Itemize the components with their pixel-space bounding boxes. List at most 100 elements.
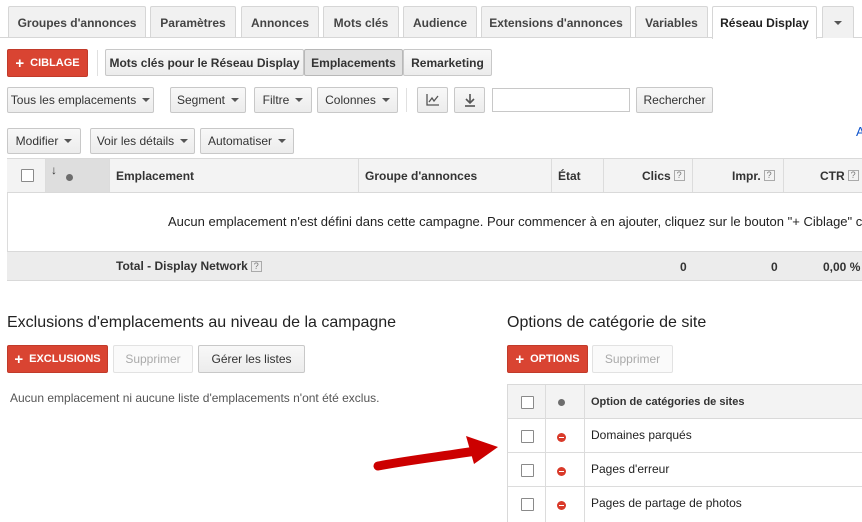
site-categories-title: Options de catégorie de site: [507, 314, 707, 331]
plus-icon: +: [515, 350, 525, 368]
chevron-down-icon: [64, 139, 73, 143]
segment-dropdown[interactable]: Segment: [170, 87, 246, 113]
automatiser-dropdown[interactable]: Automatiser: [200, 128, 294, 154]
options-delete-button[interactable]: Supprimer: [592, 345, 673, 373]
col-ctr-label: CTR: [820, 168, 845, 183]
modifier-dropdown[interactable]: Modifier: [7, 128, 81, 154]
col-divider: [783, 159, 784, 192]
col-etat[interactable]: État: [558, 159, 581, 192]
select-all-categories-checkbox[interactable]: [521, 396, 534, 409]
download-icon: [464, 93, 475, 107]
help-icon[interactable]: ?: [763, 170, 775, 181]
chart-toggle-button[interactable]: [417, 87, 448, 113]
col-category-option[interactable]: Option de catégories de sites: [591, 385, 744, 418]
add-options-label: OPTIONS: [530, 353, 580, 365]
filtre-dropdown[interactable]: Filtre: [254, 87, 312, 113]
tab-reseau-display[interactable]: Réseau Display: [712, 6, 817, 39]
row-checkbox[interactable]: [521, 498, 534, 511]
add-exclusions-label: EXCLUSIONS: [29, 353, 101, 365]
tab-extensions[interactable]: Extensions d'annonces: [481, 6, 631, 38]
category-label: Domaines parqués: [591, 428, 692, 442]
tab-mots-cles[interactable]: Mots clés: [323, 6, 399, 38]
chevron-down-icon: [180, 139, 189, 143]
plus-icon: +: [15, 54, 25, 72]
exclusions-delete-button[interactable]: Supprimer: [113, 345, 193, 373]
filtre-label: Filtre: [262, 93, 290, 107]
automatiser-label: Automatiser: [207, 134, 273, 148]
col-divider: [109, 159, 110, 192]
col-impr-label: Impr.: [732, 168, 761, 183]
voir-details-dropdown[interactable]: Voir les détails: [90, 128, 195, 154]
ciblage-button[interactable]: + CIBLAGE: [7, 49, 88, 77]
help-icon[interactable]: ?: [250, 260, 262, 272]
category-label: Pages d'erreur: [591, 462, 670, 476]
chevron-down-icon: [295, 98, 304, 102]
status-dot-icon: [558, 399, 565, 406]
ciblage-label: CIBLAGE: [30, 57, 80, 69]
col-divider: [603, 159, 604, 192]
exclusions-title: Exclusions d'emplacements au niveau de l…: [7, 314, 397, 331]
col-divider: [45, 159, 46, 192]
all-placements-dropdown[interactable]: Tous les emplacements: [7, 87, 154, 113]
sort-arrow-icon[interactable]: ↓: [51, 163, 57, 177]
add-exclusions-button[interactable]: + EXCLUSIONS: [7, 345, 108, 373]
voir-details-label: Voir les détails: [96, 134, 175, 148]
col-impr[interactable]: Impr. ?: [732, 159, 775, 192]
chevron-down-icon: [278, 139, 287, 143]
col-divider: [551, 159, 552, 192]
tab-parametres[interactable]: Paramètres: [150, 6, 236, 38]
total-impr: 0: [771, 260, 778, 274]
empty-placements-message: Aucun emplacement n'est défini dans cett…: [168, 214, 862, 229]
excluded-status-icon: [557, 433, 566, 442]
row-checkbox[interactable]: [521, 464, 534, 477]
toolbar-divider: [406, 88, 407, 112]
tab-groupes-annonces[interactable]: Groupes d'annonces: [8, 6, 146, 38]
col-ctr[interactable]: CTR ?: [820, 159, 859, 192]
subtab-mots-cles-display[interactable]: Mots clés pour le Réseau Display: [105, 49, 304, 76]
chevron-down-icon: [381, 98, 390, 102]
edge-link[interactable]: A: [856, 124, 862, 139]
col-clics[interactable]: Clics ?: [642, 159, 685, 192]
help-icon[interactable]: ?: [673, 170, 685, 181]
add-options-button[interactable]: + OPTIONS: [507, 345, 588, 373]
download-button[interactable]: [454, 87, 485, 113]
all-placements-label: Tous les emplacements: [10, 93, 137, 107]
colonnes-label: Colonnes: [325, 93, 376, 107]
select-all-checkbox[interactable]: [21, 169, 34, 182]
colonnes-dropdown[interactable]: Colonnes: [317, 87, 398, 113]
line-chart-icon: [425, 94, 439, 106]
search-input[interactable]: [492, 88, 630, 112]
segment-label: Segment: [176, 93, 226, 107]
search-button[interactable]: Rechercher: [636, 87, 713, 113]
chevron-down-icon: [834, 20, 842, 25]
total-ctr: 0,00 %: [823, 260, 861, 274]
table-border: [7, 193, 8, 251]
manage-lists-button[interactable]: Gérer les listes: [198, 345, 305, 373]
status-dot-icon: [66, 174, 73, 181]
modifier-label: Modifier: [15, 134, 59, 148]
tab-variables[interactable]: Variables: [635, 6, 708, 38]
tab-annonces[interactable]: Annonces: [241, 6, 319, 38]
excluded-status-icon: [557, 501, 566, 510]
total-label-text: Total - Display Network: [116, 259, 248, 273]
col-clics-label: Clics: [642, 168, 671, 183]
toolbar-divider: [97, 50, 98, 76]
tab-overflow-menu[interactable]: [822, 6, 854, 38]
col-groupe-annonces[interactable]: Groupe d'annonces: [365, 159, 477, 192]
row-checkbox[interactable]: [521, 430, 534, 443]
annotation-arrow-icon: [373, 436, 498, 471]
col-divider: [584, 385, 585, 522]
subtab-emplacements[interactable]: Emplacements: [304, 49, 403, 76]
exclusions-empty-text: Aucun emplacement ni aucune liste d'empl…: [10, 391, 380, 405]
row-divider: [508, 452, 862, 453]
excluded-status-icon: [557, 467, 566, 476]
tab-audience[interactable]: Audience: [403, 6, 477, 38]
chevron-down-icon: [231, 98, 240, 102]
total-label: Total - Display Network ?: [116, 259, 262, 273]
help-icon[interactable]: ?: [847, 170, 859, 181]
subtab-remarketing[interactable]: Remarketing: [403, 49, 492, 76]
col-divider: [692, 159, 693, 192]
col-emplacement[interactable]: Emplacement: [116, 159, 194, 192]
category-label: Pages de partage de photos: [591, 496, 742, 510]
total-clics: 0: [680, 260, 687, 274]
